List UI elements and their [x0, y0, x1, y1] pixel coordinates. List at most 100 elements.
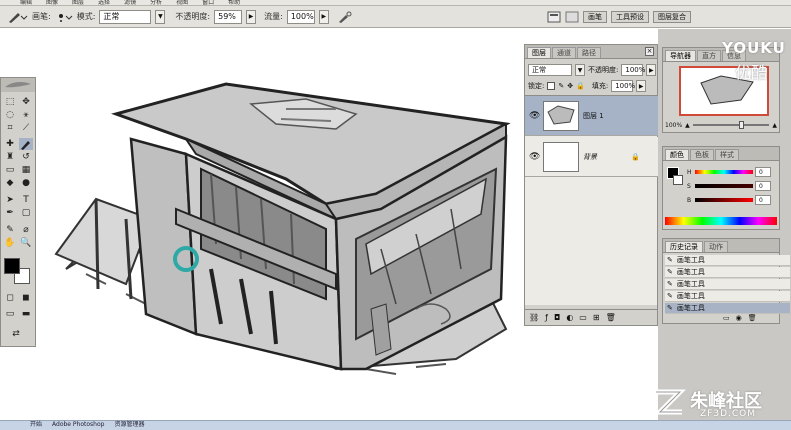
lock-transparency-icon[interactable] — [547, 82, 556, 90]
dock-tab-brushes[interactable]: 画笔 — [583, 10, 607, 23]
new-document-from-state-icon[interactable]: ▭ — [723, 314, 730, 322]
zoom-in-icon[interactable]: ▲ — [772, 122, 777, 129]
hue-input[interactable]: 0 — [755, 167, 771, 177]
flow-input[interactable]: 100% — [286, 9, 315, 24]
menu-image[interactable]: 图像 — [46, 0, 58, 5]
tab-navigator[interactable]: 导航器 — [665, 50, 696, 61]
tab-history[interactable]: 历史记录 — [665, 241, 703, 252]
menu-edit[interactable]: 编辑 — [20, 0, 32, 5]
slice-tool-icon[interactable]: ⟋ — [19, 122, 33, 134]
layer-visibility-eye-icon[interactable]: 👁 — [529, 111, 540, 121]
type-tool-icon[interactable]: T — [19, 194, 33, 206]
taskbar-start[interactable]: 开始 — [30, 421, 42, 430]
eyedropper-tool-icon[interactable]: ⌀ — [19, 224, 33, 236]
menu-select[interactable]: 选择 — [98, 0, 110, 5]
standard-mode-icon[interactable]: ◻ — [3, 292, 17, 304]
screen-mode-full-icon[interactable]: ▬ — [19, 308, 33, 320]
notes-tool-icon[interactable]: ✎ — [3, 224, 17, 236]
menu-filter[interactable]: 滤镜 — [124, 0, 136, 5]
color-panel-background-swatch[interactable] — [673, 175, 683, 185]
layer-fill-input[interactable]: 100% — [611, 80, 635, 92]
history-item[interactable]: ✎ 画笔工具 — [665, 255, 790, 266]
new-snapshot-icon[interactable]: ◉ — [736, 314, 742, 322]
delete-layer-icon[interactable]: 🗑 — [606, 313, 616, 322]
tab-paths[interactable]: 路径 — [577, 47, 601, 58]
brush-tool-icon[interactable] — [19, 138, 33, 150]
history-brush-tool-icon[interactable]: ↺ — [19, 151, 33, 163]
history-item[interactable]: ✎ 画笔工具 — [665, 279, 790, 290]
menu-help[interactable]: 帮助 — [228, 0, 240, 5]
dock-tab-layer-comps[interactable]: 图层复合 — [653, 10, 691, 23]
mode-dropdown-arrow-icon[interactable]: ▼ — [155, 9, 166, 24]
blur-tool-icon[interactable]: ◆ — [3, 177, 17, 189]
history-item-current[interactable]: ✎ 画笔工具 — [665, 303, 790, 314]
blend-mode-dropdown-icon[interactable]: ▼ — [575, 64, 585, 76]
dodge-tool-icon[interactable]: ● — [19, 177, 33, 189]
layer-style-icon[interactable]: ƒ — [545, 313, 548, 322]
menu-view[interactable]: 视图 — [176, 0, 188, 5]
palette-well-icon[interactable] — [547, 10, 561, 24]
magic-wand-tool-icon[interactable]: ⚹ — [19, 109, 33, 121]
layers-panel-close-icon[interactable]: × — [645, 47, 654, 56]
gradient-tool-icon[interactable]: ▦ — [19, 164, 33, 176]
adjustment-layer-icon[interactable]: ◐ — [566, 313, 573, 322]
saturation-slider[interactable] — [695, 184, 753, 188]
zoom-tool-icon[interactable]: 🔍 — [19, 237, 33, 249]
flow-slider-arrow-icon[interactable]: ▶ — [318, 9, 329, 24]
layer-mask-icon[interactable]: ◘ — [554, 313, 560, 322]
layer-row-layer1[interactable]: 👁 图层 1 — [525, 96, 658, 136]
lock-pixels-icon[interactable]: ✎ — [558, 82, 564, 90]
brush-tool-preset-icon[interactable] — [6, 10, 28, 24]
hue-slider[interactable] — [695, 170, 753, 174]
quick-mask-mode-icon[interactable]: ◼ — [19, 292, 33, 304]
airbrush-icon[interactable] — [337, 10, 353, 24]
marquee-tool-icon[interactable]: ⬚ — [3, 96, 17, 108]
layer-visibility-eye-icon[interactable]: 👁 — [529, 152, 540, 162]
layer-opacity-arrow-icon[interactable]: ▶ — [646, 64, 657, 76]
layer-row-background[interactable]: 👁 背景 🔒 — [525, 137, 658, 177]
zoom-out-icon[interactable]: ▲ — [685, 122, 690, 129]
history-item[interactable]: ✎ 画笔工具 — [665, 267, 790, 278]
eraser-tool-icon[interactable]: ▭ — [3, 164, 17, 176]
brightness-slider[interactable] — [695, 198, 753, 202]
opacity-slider-arrow-icon[interactable]: ▶ — [246, 9, 257, 24]
new-group-icon[interactable]: ▭ — [579, 313, 587, 322]
pen-tool-icon[interactable]: ✒ — [3, 207, 17, 219]
layer-blend-mode-select[interactable]: 正常 — [528, 64, 572, 76]
tab-swatches[interactable]: 色板 — [690, 149, 714, 160]
color-spectrum-bar[interactable] — [665, 217, 777, 225]
lock-all-icon[interactable]: 🔒 — [576, 82, 585, 90]
lasso-tool-icon[interactable]: ◌ — [3, 109, 17, 121]
tab-channels[interactable]: 通道 — [552, 47, 576, 58]
lock-position-icon[interactable]: ✥ — [567, 82, 573, 90]
crop-tool-icon[interactable]: ⌗ — [3, 122, 17, 134]
dock-tab-tool-presets[interactable]: 工具预设 — [611, 10, 649, 23]
delete-state-icon[interactable]: 🗑 — [748, 314, 757, 322]
link-layers-icon[interactable]: ⛓ — [529, 313, 539, 322]
hand-tool-icon[interactable]: ✋ — [3, 237, 17, 249]
clone-stamp-tool-icon[interactable]: ♜ — [3, 151, 17, 163]
tab-histogram[interactable]: 直方 — [697, 50, 721, 61]
layer-opacity-input[interactable]: 100% — [621, 64, 645, 76]
navigator-zoom-value[interactable]: 100% — [665, 122, 682, 129]
foreground-color-swatch[interactable] — [4, 258, 20, 274]
tab-styles[interactable]: 样式 — [715, 149, 739, 160]
tab-layers[interactable]: 图层 — [527, 47, 551, 58]
tab-color[interactable]: 颜色 — [665, 149, 689, 160]
tab-actions[interactable]: 动作 — [704, 241, 728, 252]
taskbar-item-photoshop[interactable]: Adobe Photoshop — [52, 421, 104, 430]
dock-toggle-icon[interactable] — [565, 10, 579, 24]
history-item[interactable]: ✎ 画笔工具 — [665, 291, 790, 302]
jump-to-imageready-icon[interactable]: ⇄ — [9, 328, 23, 340]
brush-size-picker[interactable] — [55, 10, 73, 24]
shape-tool-icon[interactable]: ▢ — [19, 207, 33, 219]
menu-analysis[interactable]: 分析 — [150, 0, 162, 5]
healing-brush-tool-icon[interactable]: ✚ — [3, 138, 17, 150]
saturation-input[interactable]: 0 — [755, 181, 771, 191]
mode-select[interactable]: 正常 — [99, 9, 152, 24]
move-tool-icon[interactable]: ✥ — [19, 96, 33, 108]
layer-fill-arrow-icon[interactable]: ▶ — [636, 80, 647, 92]
screen-mode-standard-icon[interactable]: ▭ — [3, 308, 17, 320]
opacity-input[interactable]: 59% — [214, 9, 243, 24]
brightness-input[interactable]: 0 — [755, 195, 771, 205]
